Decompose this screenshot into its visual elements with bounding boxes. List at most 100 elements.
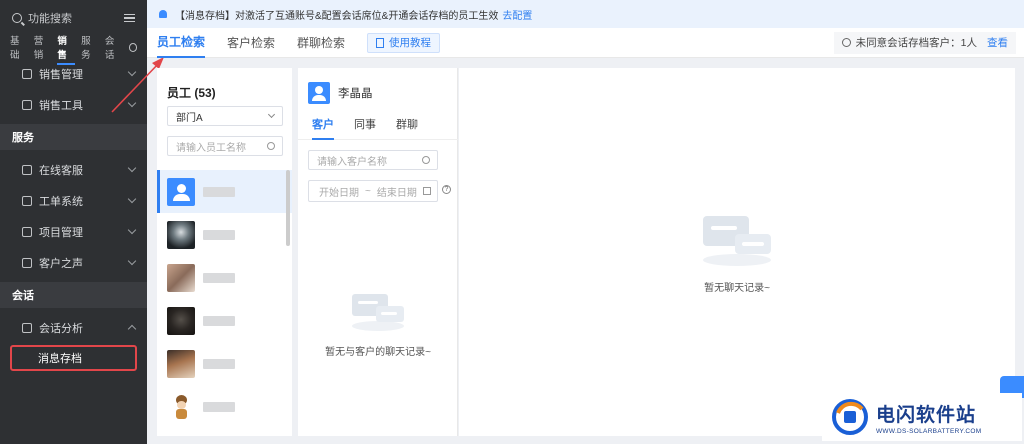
bell-icon (159, 10, 167, 18)
chevron-up-icon (127, 324, 137, 334)
sidebar-item-label: 在线客服 (39, 164, 83, 177)
selected-employee-name: 李晶晶 (338, 88, 373, 100)
sales-management-icon (22, 68, 32, 79)
customer-empty-state: 暂无与客户的聊天记录~ (298, 290, 458, 358)
employee-name-blurred (203, 358, 235, 369)
watermark-subtitle: WWW.DS-SOLARBATTERY.COM (876, 427, 982, 435)
chevron-down-icon (127, 163, 137, 173)
group-service: 服务 (0, 124, 147, 150)
employee-name-blurred (203, 186, 235, 197)
document-icon (376, 37, 385, 48)
customer-search-placeholder: 请输入客户名称 (317, 156, 387, 168)
customer-search-input[interactable]: 请输入客户名称 (308, 150, 438, 170)
customer-panel: 李晶晶 客户 同事 群聊 请输入客户名称 开始日期 ~ 结束日期 ? 暂无与客户… (298, 68, 458, 436)
sidebar-item-ticket-system[interactable]: 工单系统 (0, 185, 147, 216)
sidebar-item-label: 客户之声 (39, 257, 83, 270)
sidebar-item-customer-voice[interactable]: 客户之声 (0, 247, 147, 278)
search-tabs: 员工检索 客户检索 群聊检索 使用教程 未同意会话存档客户：1人 查看 (147, 28, 1024, 58)
tab-colleague[interactable]: 同事 (354, 116, 376, 140)
category-marketing[interactable]: 营销 (34, 33, 52, 61)
selected-employee-header: 李晶晶 (308, 82, 373, 104)
employee-name-blurred (203, 401, 235, 412)
date-separator: ~ (365, 185, 371, 197)
avatar (167, 306, 195, 335)
chat-record-panel: 暂无聊天记录~ (459, 68, 1015, 436)
sidebar-item-online-service[interactable]: 在线客服 (0, 154, 147, 185)
department-select[interactable]: 部门A (167, 106, 283, 126)
employee-title: 员工 (53) (167, 86, 216, 100)
employee-list (157, 170, 292, 428)
avatar (167, 263, 195, 292)
notice-text: 【消息存档】对激活了互通账号&配置会话席位&开通会话存档的员工生效 (175, 10, 499, 22)
sidebar-item-label: 会话分析 (39, 322, 83, 335)
category-basic[interactable]: 基础 (10, 33, 28, 61)
employee-panel: 员工 (53) 部门A 请输入员工名称 (157, 68, 292, 436)
help-icon[interactable]: ? (442, 185, 451, 194)
notice-bar: 【消息存档】对激活了互通账号&配置会话席位&开通会话存档的员工生效 去配置 (147, 0, 1024, 28)
watermark-title: 电闪软件站 (876, 404, 977, 426)
search-icon (422, 156, 430, 164)
sidebar-item-label: 销售工具 (39, 99, 83, 112)
list-item[interactable] (157, 170, 292, 213)
user-icon (841, 38, 851, 47)
list-item[interactable] (157, 385, 292, 428)
tab-customer-search[interactable]: 客户检索 (227, 28, 275, 58)
chevron-down-icon (267, 110, 276, 119)
sidebar-item-label: 项目管理 (39, 226, 83, 239)
menu-icon[interactable] (124, 13, 135, 23)
chevron-down-icon (127, 225, 137, 235)
employee-name-blurred (203, 272, 235, 283)
tab-group-chat[interactable]: 群聊 (396, 116, 418, 140)
avatar (167, 177, 195, 206)
tab-group-search[interactable]: 群聊检索 (297, 28, 345, 58)
list-item[interactable] (157, 213, 292, 256)
sidebar-item-chat-analysis[interactable]: 会话分析 (0, 312, 147, 343)
end-date: 结束日期 (376, 187, 417, 199)
tab-employee-search[interactable]: 员工检索 (157, 28, 206, 58)
avatar (167, 349, 195, 378)
sales-tools-icon (22, 99, 32, 110)
list-item[interactable] (157, 299, 292, 342)
list-item[interactable] (157, 342, 292, 385)
online-service-icon (22, 164, 32, 175)
function-search-label: 功能搜索 (28, 13, 72, 25)
tutorial-button[interactable]: 使用教程 (367, 32, 441, 53)
date-range-picker[interactable]: 开始日期 ~ 结束日期 (308, 180, 438, 202)
customer-empty-text: 暂无与客户的聊天记录~ (325, 347, 431, 358)
view-link[interactable]: 查看 (987, 35, 1008, 50)
search-icon (12, 13, 22, 23)
function-search[interactable]: 功能搜索 (0, 0, 147, 36)
empty-chat-icon (703, 216, 771, 266)
configure-link[interactable]: 去配置 (502, 7, 532, 22)
scrollbar[interactable] (286, 170, 290, 246)
employee-name-blurred (203, 229, 235, 240)
sidebar-item-project-management[interactable]: 项目管理 (0, 216, 147, 247)
avatar (167, 220, 195, 249)
employee-search-input[interactable]: 请输入员工名称 (167, 136, 283, 156)
chat-analysis-icon (22, 322, 32, 333)
chat-empty-state: 暂无聊天记录~ (459, 212, 1015, 294)
category-service[interactable]: 服务 (81, 33, 99, 61)
calendar-icon (423, 187, 431, 195)
sidebar-item-label: 销售管理 (39, 68, 83, 81)
avatar (308, 82, 330, 104)
avatar (167, 392, 195, 421)
ticket-icon (22, 195, 32, 206)
group-chat: 会话 (0, 282, 147, 308)
chat-empty-text: 暂无聊天记录~ (704, 283, 770, 294)
chevron-down-icon (127, 256, 137, 266)
category-sales[interactable]: 销售 (57, 33, 75, 65)
sidebar-item-message-archive[interactable]: 消息存档 (10, 345, 137, 371)
list-item[interactable] (157, 256, 292, 299)
sidebar-item-label: 消息存档 (38, 353, 82, 365)
tab-customer[interactable]: 客户 (312, 116, 334, 140)
search-icon (267, 142, 275, 150)
watermark-logo (832, 399, 868, 435)
settings-icon[interactable] (128, 42, 138, 52)
tutorial-label: 使用教程 (389, 37, 432, 49)
project-icon (22, 226, 32, 237)
employee-search-placeholder: 请输入员工名称 (176, 142, 246, 154)
employee-name-blurred (203, 315, 235, 326)
site-watermark: 电闪软件站 WWW.DS-SOLARBATTERY.COM (822, 393, 1022, 441)
start-date: 开始日期 (319, 187, 359, 199)
